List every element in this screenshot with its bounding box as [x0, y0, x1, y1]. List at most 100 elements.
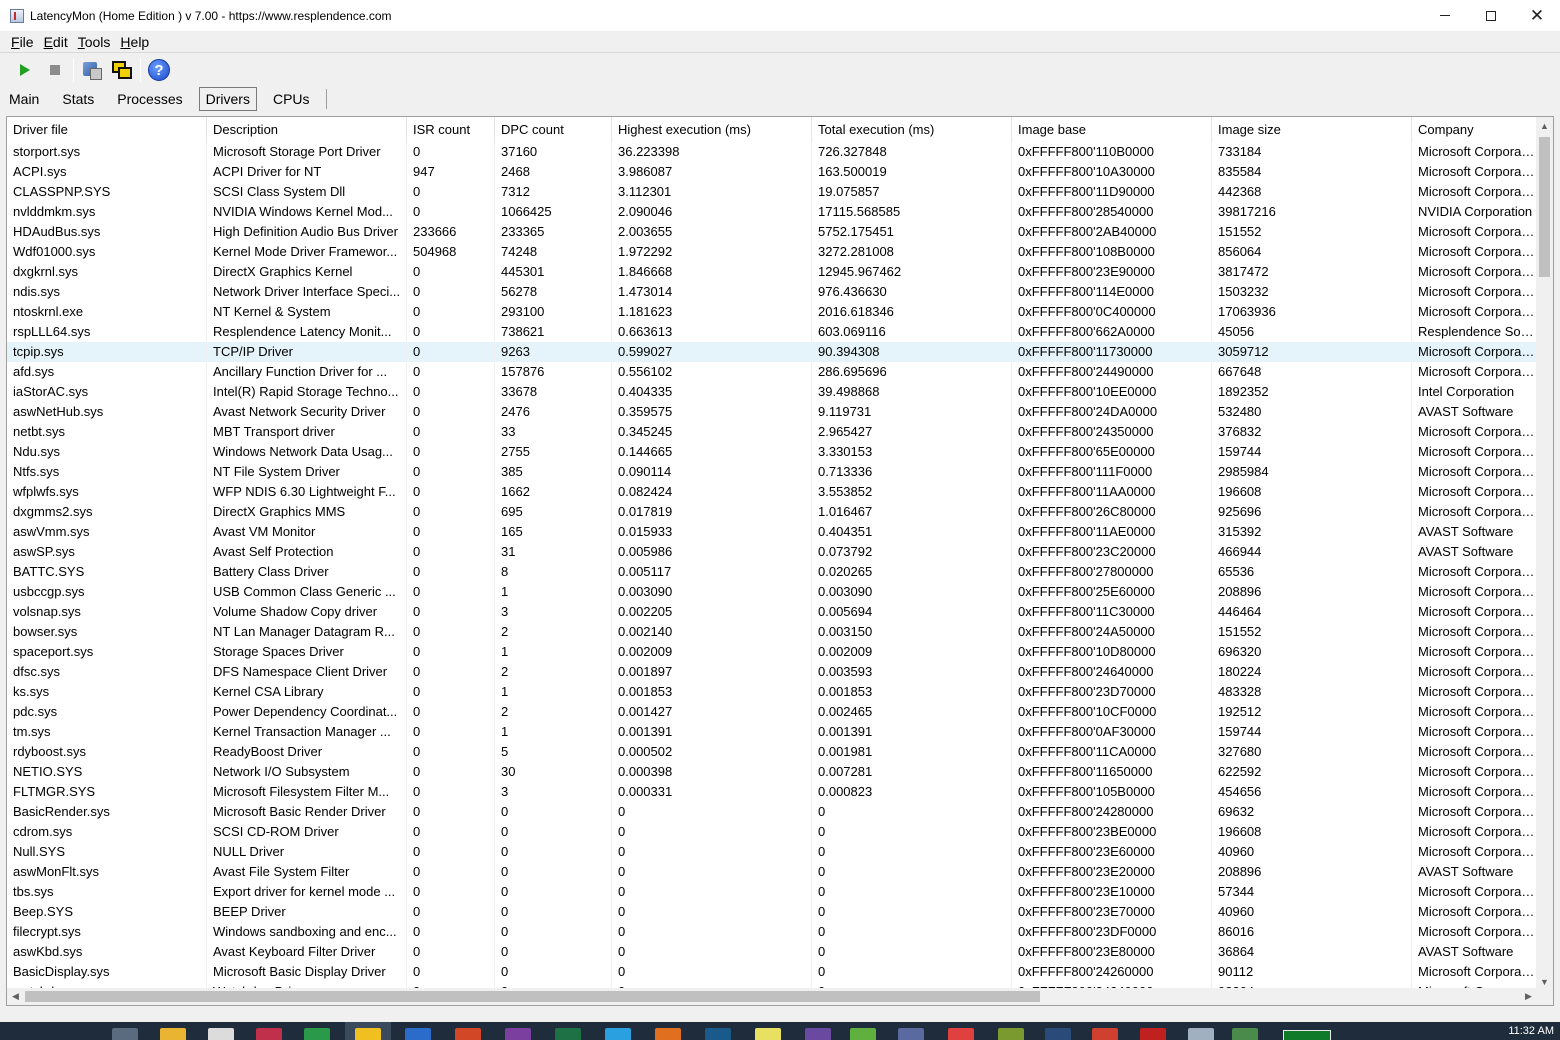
taskbar-chrome-icon[interactable] — [304, 1028, 330, 1040]
taskbar-task-view-icon[interactable] — [112, 1028, 138, 1040]
help-button[interactable]: ? — [144, 56, 174, 84]
table-row[interactable]: pdc.sys Power Dependency Coordinat... 0 2 0.… — [7, 702, 1537, 722]
table-row[interactable]: ks.sys Kernel CSA Library 0 1 0.001853 0.0018… — [7, 682, 1537, 702]
table-row[interactable]: aswNetHub.sys Avast Network Security Driv… — [7, 402, 1537, 422]
table-row[interactable]: BasicRender.sys Microsoft Basic Render Dr… — [7, 802, 1537, 822]
taskbar-onenote-icon[interactable] — [505, 1028, 531, 1040]
table-row[interactable]: usbccgp.sys USB Common Class Generic ... 0… — [7, 582, 1537, 602]
taskbar-app-icon[interactable] — [998, 1028, 1024, 1040]
taskbar-excel-icon[interactable] — [555, 1028, 581, 1040]
col-company-header[interactable]: Company — [1412, 117, 1537, 142]
menu-edit[interactable]: Edit — [39, 34, 73, 50]
taskbar-app-icon[interactable] — [208, 1028, 234, 1040]
taskbar-app-icon[interactable] — [898, 1028, 924, 1040]
table-row[interactable]: filecrypt.sys Windows sandboxing and enc.… — [7, 922, 1537, 942]
table-row[interactable]: storport.sys Microsoft Storage Port Drive… — [7, 142, 1537, 162]
table-row[interactable]: Wdf01000.sys Kernel Mode Driver Framewor.… — [7, 242, 1537, 262]
menu-tools[interactable]: Tools — [73, 34, 116, 50]
vertical-scroll-thumb[interactable] — [1539, 137, 1550, 277]
table-row[interactable]: dfsc.sys DFS Namespace Client Driver 0 2 0.0… — [7, 662, 1537, 682]
col-description-header[interactable]: Description — [207, 117, 407, 142]
taskbar-app-icon[interactable] — [805, 1028, 831, 1040]
taskbar-app-icon[interactable] — [355, 1028, 381, 1040]
taskbar-app-icon[interactable] — [256, 1028, 282, 1040]
stop-button[interactable] — [40, 56, 70, 84]
table-row[interactable]: ACPI.sys ACPI Driver for NT 947 2468 3.98608… — [7, 162, 1537, 182]
tab-stats[interactable]: Stats — [55, 87, 101, 111]
table-row[interactable]: Null.SYS NULL Driver 0 0 0 0 0xFFFFF800'23E600… — [7, 842, 1537, 862]
taskbar-clock[interactable]: 11:32 AM — [1508, 1025, 1554, 1037]
table-row[interactable]: spaceport.sys Storage Spaces Driver 0 1 0.00… — [7, 642, 1537, 662]
table-row[interactable]: BATTC.SYS Battery Class Driver 0 8 0.005117 0… — [7, 562, 1537, 582]
table-row[interactable]: dxgmms2.sys DirectX Graphics MMS 0 695 0.017… — [7, 502, 1537, 522]
col-image-base-header[interactable]: Image base — [1012, 117, 1212, 142]
tab-main[interactable]: Main — [2, 87, 46, 111]
table-row[interactable]: Ndu.sys Windows Network Data Usag... 0 2755… — [7, 442, 1537, 462]
table-row[interactable]: Ntfs.sys NT File System Driver 0 385 0.09011… — [7, 462, 1537, 482]
scroll-up-icon[interactable]: ▲ — [1536, 117, 1553, 134]
table-row[interactable]: tbs.sys Export driver for kernel mode ...… — [7, 882, 1537, 902]
windows-button[interactable] — [107, 56, 137, 84]
table-row[interactable]: iaStorAC.sys Intel(R) Rapid Storage Techn… — [7, 382, 1537, 402]
table-row[interactable]: BasicDisplay.sys Microsoft Basic Display … — [7, 962, 1537, 982]
table-row[interactable]: Beep.SYS BEEP Driver 0 0 0 0 0xFFFFF800'23E700… — [7, 902, 1537, 922]
taskbar-word-icon[interactable] — [405, 1028, 431, 1040]
table-row[interactable]: cdrom.sys SCSI CD-ROM Driver 0 0 0 0 0xFFFFF80… — [7, 822, 1537, 842]
taskbar-explorer-icon[interactable] — [160, 1028, 186, 1040]
table-row[interactable]: tcpip.sys TCP/IP Driver 0 9263 0.599027 90.39… — [7, 342, 1537, 362]
minimize-button[interactable] — [1422, 0, 1468, 31]
taskbar-powerpoint-icon[interactable] — [455, 1028, 481, 1040]
col-driver-file-header[interactable]: Driver file — [7, 117, 207, 142]
close-button[interactable]: ✕ — [1514, 0, 1560, 31]
latencymon-app-icon[interactable] — [10, 8, 24, 23]
list-body[interactable]: storport.sys Microsoft Storage Port Drive… — [7, 142, 1537, 990]
table-row[interactable]: nvlddmkm.sys NVIDIA Windows Kernel Mod...… — [7, 202, 1537, 222]
table-row[interactable]: NETIO.SYS Network I/O Subsystem 0 30 0.00039… — [7, 762, 1537, 782]
table-row[interactable]: bowser.sys NT Lan Manager Datagram R... 0 2… — [7, 622, 1537, 642]
tab-cpus[interactable]: CPUs — [266, 87, 317, 111]
taskbar-latencymon-icon[interactable] — [1232, 1028, 1258, 1040]
taskbar-app-icon[interactable] — [1045, 1028, 1071, 1040]
horizontal-scrollbar[interactable]: ◀ ▶ — [7, 988, 1537, 1005]
table-row[interactable]: ndis.sys Network Driver Interface Speci..… — [7, 282, 1537, 302]
taskbar-app-icon[interactable] — [655, 1028, 681, 1040]
col-highest-execution-header[interactable]: Highest execution (ms) — [612, 117, 812, 142]
scroll-left-icon[interactable]: ◀ — [7, 988, 24, 1005]
col-image-size-header[interactable]: Image size — [1212, 117, 1412, 142]
taskbar-app-icon[interactable] — [850, 1028, 876, 1040]
tools-button[interactable] — [77, 56, 107, 84]
table-row[interactable]: aswMonFlt.sys Avast File System Filter 0 0 0… — [7, 862, 1537, 882]
taskbar-app-icon[interactable] — [605, 1028, 631, 1040]
tab-processes[interactable]: Processes — [110, 87, 189, 111]
table-row[interactable]: afd.sys Ancillary Function Driver for ...… — [7, 362, 1537, 382]
table-row[interactable]: volsnap.sys Volume Shadow Copy driver 0 3 0.… — [7, 602, 1537, 622]
table-row[interactable]: aswKbd.sys Avast Keyboard Filter Driver 0 0… — [7, 942, 1537, 962]
taskbar-app-icon[interactable] — [705, 1028, 731, 1040]
taskbar-app-icon[interactable] — [948, 1028, 974, 1040]
taskbar-app-icon[interactable] — [755, 1028, 781, 1040]
table-row[interactable]: ntoskrnl.exe NT Kernel & System 0 293100 1.1… — [7, 302, 1537, 322]
taskbar-app-icon[interactable] — [1140, 1028, 1166, 1040]
col-total-execution-header[interactable]: Total execution (ms) — [812, 117, 1012, 142]
maximize-button[interactable] — [1468, 0, 1514, 31]
table-row[interactable]: aswVmm.sys Avast VM Monitor 0 165 0.015933 0.… — [7, 522, 1537, 542]
battery-icon[interactable] — [1283, 1030, 1331, 1040]
col-isr-count-header[interactable]: ISR count — [407, 117, 495, 142]
taskbar-app-icon[interactable] — [1092, 1028, 1118, 1040]
table-row[interactable]: rspLLL64.sys Resplendence Latency Monit..… — [7, 322, 1537, 342]
tab-drivers[interactable]: Drivers — [198, 87, 257, 111]
table-row[interactable]: FLTMGR.SYS Microsoft Filesystem Filter M.… — [7, 782, 1537, 802]
start-button[interactable] — [10, 56, 40, 84]
drivers-list[interactable]: Driver file Description ISR count DPC count… — [6, 116, 1554, 1006]
table-row[interactable]: rdyboost.sys ReadyBoost Driver 0 5 0.000502 0… — [7, 742, 1537, 762]
menu-help[interactable]: Help — [115, 34, 154, 50]
table-row[interactable]: CLASSPNP.SYS SCSI Class System Dll 0 7312 3.… — [7, 182, 1537, 202]
horizontal-scroll-thumb[interactable] — [25, 991, 1040, 1002]
table-row[interactable]: wfplwfs.sys WFP NDIS 6.30 Lightweight F..… — [7, 482, 1537, 502]
scroll-right-icon[interactable]: ▶ — [1520, 988, 1537, 1005]
table-row[interactable]: dxgkrnl.sys DirectX Graphics Kernel 0 44530… — [7, 262, 1537, 282]
table-row[interactable]: tm.sys Kernel Transaction Manager ... 0 1 0.… — [7, 722, 1537, 742]
table-row[interactable]: netbt.sys MBT Transport driver 0 33 0.345245… — [7, 422, 1537, 442]
menu-file[interactable]: File — [6, 34, 39, 50]
taskbar-app-icon[interactable] — [1188, 1028, 1214, 1040]
